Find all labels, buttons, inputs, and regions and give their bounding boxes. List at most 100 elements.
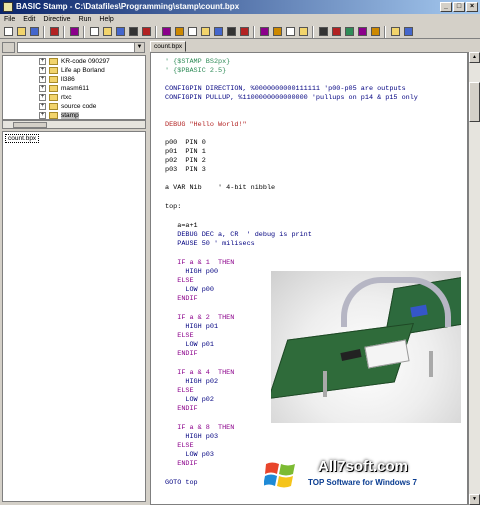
folder-icon bbox=[49, 67, 58, 74]
run-icon[interactable] bbox=[356, 26, 368, 38]
code-line: HIGH p00 bbox=[165, 268, 219, 276]
scroll-thumb[interactable] bbox=[13, 122, 47, 128]
chevron-down-icon[interactable]: ▼ bbox=[134, 43, 144, 52]
windows-logo-icon bbox=[264, 462, 295, 488]
help-icon[interactable] bbox=[389, 26, 401, 38]
menu-directive[interactable]: Directive bbox=[43, 14, 70, 25]
new-file-icon[interactable] bbox=[2, 26, 14, 38]
tree-item[interactable]: + stamp bbox=[39, 111, 79, 119]
code-line: ENDIF bbox=[165, 295, 198, 303]
editor-tabs: count.bpx bbox=[150, 40, 480, 52]
maximize-button[interactable]: □ bbox=[453, 2, 465, 12]
tree-item[interactable]: + rtxc bbox=[39, 93, 71, 102]
save-icon[interactable] bbox=[28, 26, 40, 38]
scroll-thumb[interactable] bbox=[469, 82, 480, 122]
folder-icon bbox=[49, 94, 58, 101]
cut-icon[interactable] bbox=[88, 26, 100, 38]
code-line: CONFIGPIN PULLUP, %1100000000000000 'pul… bbox=[165, 94, 418, 102]
tree-item[interactable]: + masm611 bbox=[39, 84, 89, 93]
menu-edit[interactable]: Edit bbox=[23, 14, 35, 25]
tree-item-label: masm611 bbox=[61, 85, 90, 92]
menu-help[interactable]: Help bbox=[99, 14, 113, 25]
toolbar-separator bbox=[155, 25, 157, 38]
tree-item[interactable]: + source code bbox=[39, 102, 96, 111]
tree-horizontal-scrollbar[interactable] bbox=[2, 120, 146, 129]
stamp-bs2pe-icon[interactable] bbox=[225, 26, 237, 38]
stamp-bs2px-icon[interactable] bbox=[238, 26, 250, 38]
file-browser-pane: ▼ + KR-code 090297 + Life ap Borland + ll386 +… bbox=[0, 40, 148, 505]
code-line: ENDIF bbox=[165, 405, 198, 413]
expand-icon[interactable]: + bbox=[39, 85, 46, 92]
editor-vertical-scrollbar[interactable]: ▲ ▼ bbox=[468, 52, 480, 505]
tree-item[interactable]: + Life ap Borland bbox=[39, 66, 105, 75]
code-line: LOW p00 bbox=[165, 286, 214, 294]
folder-icon bbox=[49, 103, 58, 110]
indent-icon[interactable] bbox=[284, 26, 296, 38]
folder-icon bbox=[49, 112, 58, 119]
code-line: ELSE bbox=[165, 442, 194, 450]
close-button[interactable]: × bbox=[466, 2, 478, 12]
code-line: top: bbox=[165, 203, 182, 211]
toolbar-separator bbox=[384, 25, 386, 38]
window-title: BASIC Stamp - C:\Datafiles\Programming\s… bbox=[16, 2, 240, 11]
code-line: PAUSE 50 ' milisecs bbox=[165, 240, 255, 248]
code-line: ENDIF bbox=[165, 460, 198, 468]
code-line: DEBUG "Hello World!" bbox=[165, 121, 247, 129]
open-folder-icon[interactable] bbox=[15, 26, 27, 38]
expand-icon[interactable]: + bbox=[39, 67, 46, 74]
tree-item-label: Life ap Borland bbox=[61, 67, 105, 74]
code-line: IF a & 8 THEN bbox=[165, 424, 235, 432]
tree-item-label: rtxc bbox=[61, 94, 72, 101]
debug-icon[interactable] bbox=[330, 26, 342, 38]
tree-item[interactable]: + KR-code 090297 bbox=[39, 57, 110, 66]
scroll-up-icon[interactable]: ▲ bbox=[469, 52, 480, 63]
code-line: LOW p02 bbox=[165, 396, 214, 404]
code-line: p00 PIN 0 bbox=[165, 139, 206, 147]
file-item[interactable]: count.bpx bbox=[5, 134, 40, 143]
paste-icon[interactable] bbox=[114, 26, 126, 38]
outdent-icon[interactable] bbox=[297, 26, 309, 38]
code-line: HIGH p03 bbox=[165, 433, 219, 441]
code-line: GOTO top bbox=[165, 479, 198, 487]
expand-icon[interactable]: + bbox=[39, 76, 46, 83]
copy-icon[interactable] bbox=[101, 26, 113, 38]
about-icon[interactable] bbox=[402, 26, 414, 38]
stamp-bs2sx-icon[interactable] bbox=[199, 26, 211, 38]
code-line: p02 PIN 2 bbox=[165, 157, 206, 165]
code-line: p01 PIN 1 bbox=[165, 148, 206, 156]
redo-icon[interactable] bbox=[140, 26, 152, 38]
minimize-button[interactable]: _ bbox=[440, 2, 452, 12]
tree-item-label: ll386 bbox=[61, 76, 75, 83]
code-line: p03 PIN 3 bbox=[165, 166, 206, 174]
code-line: ELSE bbox=[165, 332, 194, 340]
code-line: HIGH p01 bbox=[165, 323, 219, 331]
code-line: IF a & 4 THEN bbox=[165, 369, 235, 377]
identify-icon[interactable] bbox=[343, 26, 355, 38]
expand-icon[interactable]: + bbox=[39, 112, 46, 119]
stamp-bs2-icon[interactable] bbox=[173, 26, 185, 38]
stamp-bs2e-icon[interactable] bbox=[186, 26, 198, 38]
folder-combo[interactable]: ▼ bbox=[17, 42, 145, 53]
folder-icon bbox=[49, 85, 58, 92]
watermark: All7soft.com TOP Software for Windows 7 bbox=[262, 452, 472, 502]
stamp-bs1-icon[interactable] bbox=[160, 26, 172, 38]
code-line: DEBUG DEC a, CR ' debug is print bbox=[165, 231, 312, 239]
find-icon[interactable] bbox=[48, 26, 60, 38]
undo-icon[interactable] bbox=[127, 26, 139, 38]
comment-icon[interactable] bbox=[258, 26, 270, 38]
expand-icon[interactable]: + bbox=[39, 58, 46, 65]
menu-file[interactable]: File bbox=[4, 14, 15, 25]
tree-item[interactable]: + ll386 bbox=[39, 75, 75, 84]
download-icon[interactable] bbox=[369, 26, 381, 38]
stamp-bs2p-icon[interactable] bbox=[212, 26, 224, 38]
expand-icon[interactable]: + bbox=[39, 103, 46, 110]
code-line: IF a & 2 THEN bbox=[165, 314, 235, 322]
basic-stamp-board-photo bbox=[271, 271, 461, 423]
print-icon[interactable] bbox=[68, 26, 80, 38]
expand-icon[interactable]: + bbox=[39, 94, 46, 101]
memory-map-icon[interactable] bbox=[317, 26, 329, 38]
uncomment-icon[interactable] bbox=[271, 26, 283, 38]
tab-count-bpx[interactable]: count.bpx bbox=[150, 41, 187, 52]
menu-run[interactable]: Run bbox=[79, 14, 92, 25]
drive-selector[interactable] bbox=[2, 42, 15, 53]
